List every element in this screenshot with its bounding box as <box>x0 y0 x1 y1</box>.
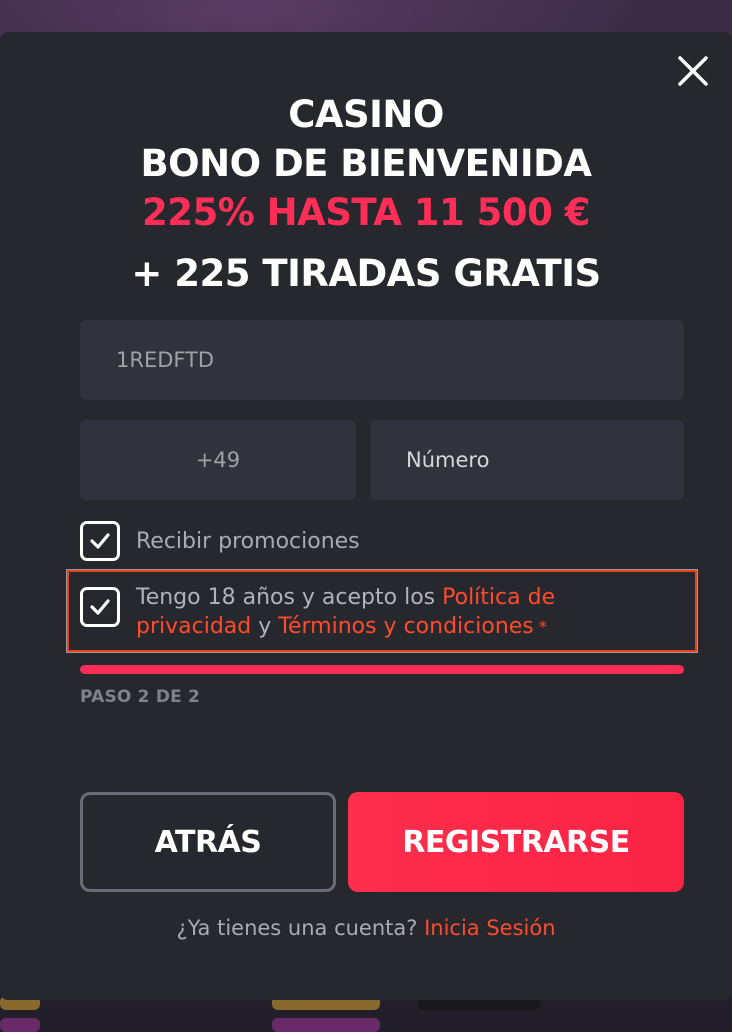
register-button-label: REGISTRARSE <box>402 824 630 860</box>
promotions-checkbox-row: Recibir promociones <box>80 521 360 561</box>
background-tile <box>272 1018 380 1032</box>
login-prompt: ¿Ya tienes una cuenta? Inicia Sesión <box>0 916 732 940</box>
promotions-checkbox[interactable] <box>80 521 120 561</box>
bonus-title: CASINO BONO DE BIENVENIDA 225% HASTA 11 … <box>0 90 732 298</box>
registration-modal: CASINO BONO DE BIENVENIDA 225% HASTA 11 … <box>0 32 732 1000</box>
back-button[interactable]: ATRÁS <box>80 792 336 892</box>
step-indicator: PASO 2 DE 2 <box>80 687 201 707</box>
checkmark-icon <box>90 599 110 615</box>
title-casino: CASINO <box>288 93 444 136</box>
login-question: ¿Ya tienes una cuenta? <box>176 916 425 940</box>
step-progress-bar <box>80 665 684 674</box>
close-button[interactable] <box>676 54 710 88</box>
required-mark: * <box>533 617 547 636</box>
phone-number-input[interactable]: Número <box>370 420 684 500</box>
login-link[interactable]: Inicia Sesión <box>424 916 555 940</box>
title-free-spins: + 225 TIRADAS GRATIS <box>131 252 601 295</box>
promo-code-value: 1REDFTD <box>116 348 215 372</box>
close-icon <box>678 56 708 86</box>
terms-conditions-link[interactable]: Términos y condiciones <box>278 614 534 639</box>
terms-checkbox-row: Tengo 18 años y acepto los Política de p… <box>80 585 606 641</box>
terms-conjunction-text: y <box>251 614 279 639</box>
title-welcome-bonus: BONO DE BIENVENIDA <box>140 142 592 185</box>
register-button[interactable]: REGISTRARSE <box>348 792 684 892</box>
promo-code-input[interactable]: 1REDFTD <box>80 320 684 400</box>
terms-checkbox[interactable] <box>80 587 120 627</box>
terms-label: Tengo 18 años y acepto los Política de p… <box>136 583 606 641</box>
terms-prefix-text: Tengo 18 años y acepto los <box>136 585 443 610</box>
phone-prefix-value: +49 <box>195 448 241 472</box>
checkmark-icon <box>90 533 110 549</box>
background-tile <box>0 1018 40 1032</box>
step-progress-fill <box>80 665 684 674</box>
promotions-label: Recibir promociones <box>136 528 360 554</box>
title-bonus-amount: 225% HASTA 11 500 € <box>141 191 591 234</box>
phone-number-placeholder: Número <box>406 448 490 472</box>
back-button-label: ATRÁS <box>154 824 262 860</box>
phone-prefix-select[interactable]: +49 <box>80 420 356 500</box>
